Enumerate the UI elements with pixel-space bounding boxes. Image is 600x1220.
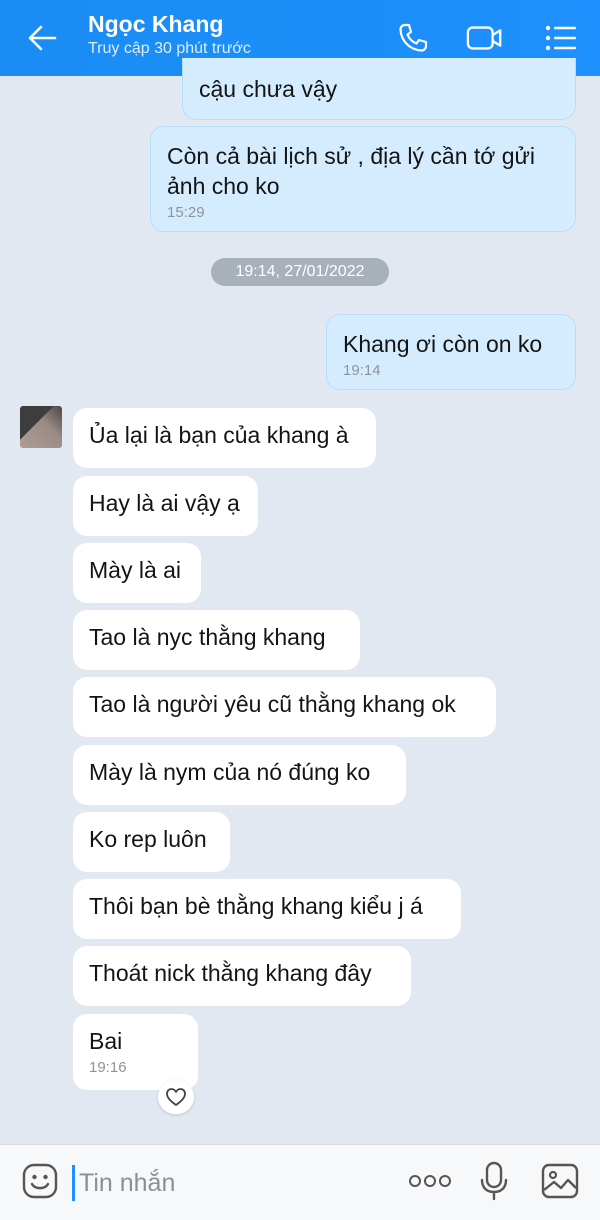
incoming-message[interactable]: Bai 19:16 — [73, 1014, 198, 1090]
heart-icon — [166, 1088, 186, 1106]
message-text: Khang ơi còn on ko — [343, 331, 543, 357]
video-call-icon — [466, 26, 502, 50]
incoming-message[interactable]: Ko rep luôn — [73, 812, 230, 872]
message-time: 19:16 — [89, 1059, 127, 1076]
back-arrow-icon — [28, 25, 57, 51]
message-time: 15:29 — [167, 204, 205, 221]
emoji-button[interactable] — [20, 1161, 60, 1201]
microphone-icon — [480, 1161, 508, 1201]
call-button[interactable] — [394, 20, 432, 56]
message-text: Thoát nick thằng khang đây — [89, 960, 372, 986]
message-text: cậu chưa vậy — [199, 76, 338, 102]
voice-message-button[interactable] — [474, 1161, 514, 1201]
message-text: Ko rep luôn — [89, 826, 207, 852]
contact-name: Ngọc Khang — [88, 11, 224, 37]
message-time: 19:14 — [343, 362, 381, 379]
message-text: Mày là ai — [89, 557, 182, 583]
emoji-icon — [22, 1163, 58, 1199]
incoming-message[interactable]: Tao là người yêu cũ thằng khang ok — [73, 677, 496, 737]
message-text: Mày là nym của nó đúng ko — [89, 759, 371, 785]
send-image-button[interactable] — [540, 1161, 580, 1201]
image-icon — [541, 1163, 579, 1199]
incoming-message[interactable]: Hay là ai vậy ạ — [73, 476, 258, 536]
video-call-button[interactable] — [466, 20, 504, 56]
message-text: Hay là ai vậy ạ — [89, 490, 240, 516]
message-input[interactable] — [72, 1165, 381, 1201]
incoming-message[interactable]: Tao là nyc thằng khang — [73, 610, 360, 670]
message-text: Thôi bạn bè thằng khang kiểu j á — [89, 893, 423, 919]
react-button[interactable] — [158, 1080, 194, 1114]
message-text: Tao là người yêu cũ thằng khang ok — [89, 691, 456, 717]
options-menu-button[interactable] — [542, 20, 580, 56]
message-text: Còn cả bài lịch sử , địa lý cần tớ gửi ả… — [167, 143, 536, 199]
contact-info[interactable]: Ngọc Khang Truy cập 30 phút trước — [88, 10, 251, 60]
message-text: Tao là nyc thằng khang — [89, 624, 326, 650]
avatar[interactable] — [20, 406, 62, 448]
date-separator: 19:14, 27/01/2022 — [211, 258, 389, 286]
more-options-button[interactable] — [406, 1161, 454, 1201]
outgoing-message[interactable]: Khang ơi còn on ko 19:14 — [326, 314, 576, 390]
message-text: Bai — [89, 1028, 123, 1054]
incoming-message[interactable]: Thôi bạn bè thằng khang kiểu j á — [73, 879, 461, 939]
message-text: Ủa lại là bạn của khang à — [89, 422, 349, 448]
back-button[interactable] — [22, 20, 62, 56]
incoming-message[interactable]: Ủa lại là bạn của khang à — [73, 408, 376, 468]
menu-list-icon — [545, 25, 576, 51]
incoming-message[interactable]: Thoát nick thằng khang đây — [73, 946, 411, 1006]
incoming-message[interactable]: Mày là nym của nó đúng ko — [73, 745, 406, 805]
message-composer — [0, 1144, 600, 1220]
contact-status: Truy cập 30 phút trước — [88, 40, 251, 57]
phone-icon — [399, 23, 428, 52]
outgoing-message[interactable]: Còn cả bài lịch sử , địa lý cần tớ gửi ả… — [150, 126, 576, 232]
more-options-icon — [409, 1175, 451, 1187]
incoming-message[interactable]: Mày là ai — [73, 543, 201, 603]
outgoing-message[interactable]: cậu chưa vậy — [182, 58, 576, 120]
